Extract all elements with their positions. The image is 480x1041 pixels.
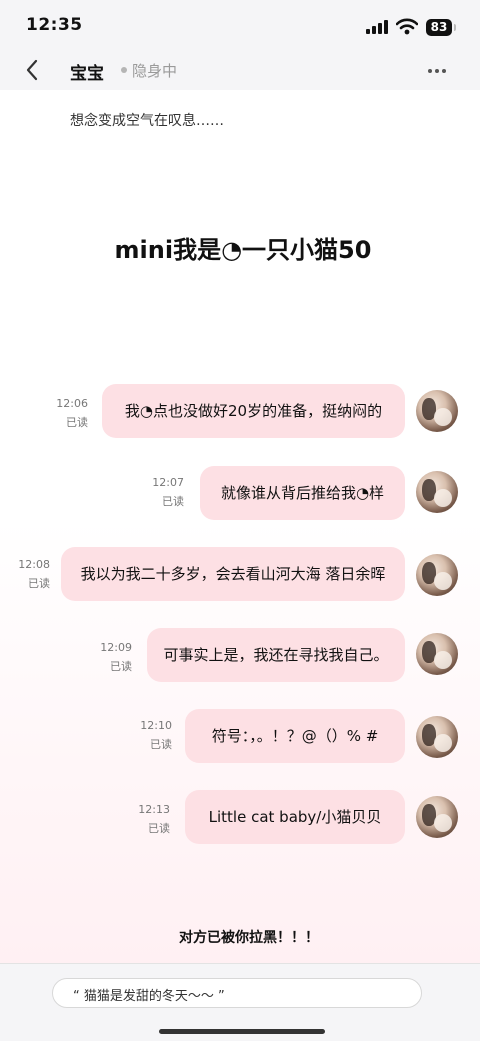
wifi-icon xyxy=(396,18,418,35)
avatar[interactable] xyxy=(416,471,458,513)
home-indicator xyxy=(159,1029,325,1034)
read-receipt: 已读 xyxy=(150,738,172,751)
presence-dot xyxy=(121,67,127,73)
profile-title: mini我是◔一只小猫50 xyxy=(114,236,372,264)
message-time: 12:10 xyxy=(140,719,172,732)
message-time: 12:07 xyxy=(152,476,184,489)
profile-signature: 想念变成空气在叹息…… xyxy=(70,113,224,129)
message-meta: 12:06 已读 xyxy=(40,394,88,432)
more-horizontal-icon[interactable] xyxy=(425,58,449,82)
input-bar: “ 猫猫是发甜的冬天～～ ” xyxy=(0,963,480,1041)
chevron-left-icon[interactable] xyxy=(20,56,44,84)
message-time: 12:09 xyxy=(100,641,132,654)
read-receipt: 已读 xyxy=(28,577,50,590)
read-receipt: 已读 xyxy=(148,822,170,835)
read-receipt: 已读 xyxy=(162,495,184,508)
avatar[interactable] xyxy=(416,796,458,838)
battery-icon: 83 xyxy=(426,19,456,36)
status-bar: 12:35 83 xyxy=(0,0,480,50)
message-meta: 12:07 已读 xyxy=(136,473,184,511)
blocked-notice: 对方已被你拉黑！！！ xyxy=(179,930,319,946)
message-input-text: “ 猫猫是发甜的冬天～～ ” xyxy=(73,989,225,1004)
presence-status: 隐身中 xyxy=(132,62,178,80)
message-time: 12:08 xyxy=(18,558,50,571)
message-time: 12:13 xyxy=(138,803,170,816)
read-receipt: 已读 xyxy=(110,660,132,673)
message-time: 12:06 xyxy=(56,397,88,410)
signal-icon xyxy=(366,20,388,34)
avatar[interactable] xyxy=(416,390,458,432)
message-bubble[interactable]: 可事实上是，我还在寻找我自己。 xyxy=(147,628,405,682)
read-receipt: 已读 xyxy=(66,416,88,429)
status-time: 12:35 xyxy=(26,15,83,35)
message-meta: 12:08 已读 xyxy=(2,555,50,593)
message-bubble[interactable]: 我◔点也没做好20岁的准备，挺纳闷的 xyxy=(102,384,405,438)
message-meta: 12:10 已读 xyxy=(124,716,172,754)
message-bubble[interactable]: 我以为我二十多岁，会去看山河大海 落日余晖 xyxy=(61,547,405,601)
contact-name[interactable]: 宝宝 xyxy=(70,59,104,84)
chat-header: 宝宝 隐身中 xyxy=(0,50,480,90)
message-meta: 12:13 已读 xyxy=(122,800,170,838)
message-bubble[interactable]: 就像谁从背后推给我◔样 xyxy=(200,466,405,520)
chat-screen: 12:35 83 宝宝 隐身中 想念变成空气在叹息…… mini我是◔一只小猫5… xyxy=(0,0,480,1041)
message-input[interactable]: “ 猫猫是发甜的冬天～～ ” xyxy=(52,978,422,1008)
message-bubble[interactable]: 符号：，。！？@（）% # xyxy=(185,709,405,763)
avatar[interactable] xyxy=(416,716,458,758)
avatar[interactable] xyxy=(416,554,458,596)
avatar[interactable] xyxy=(416,633,458,675)
message-bubble[interactable]: Little cat baby/小猫贝贝 xyxy=(185,790,405,844)
message-meta: 12:09 已读 xyxy=(84,638,132,676)
